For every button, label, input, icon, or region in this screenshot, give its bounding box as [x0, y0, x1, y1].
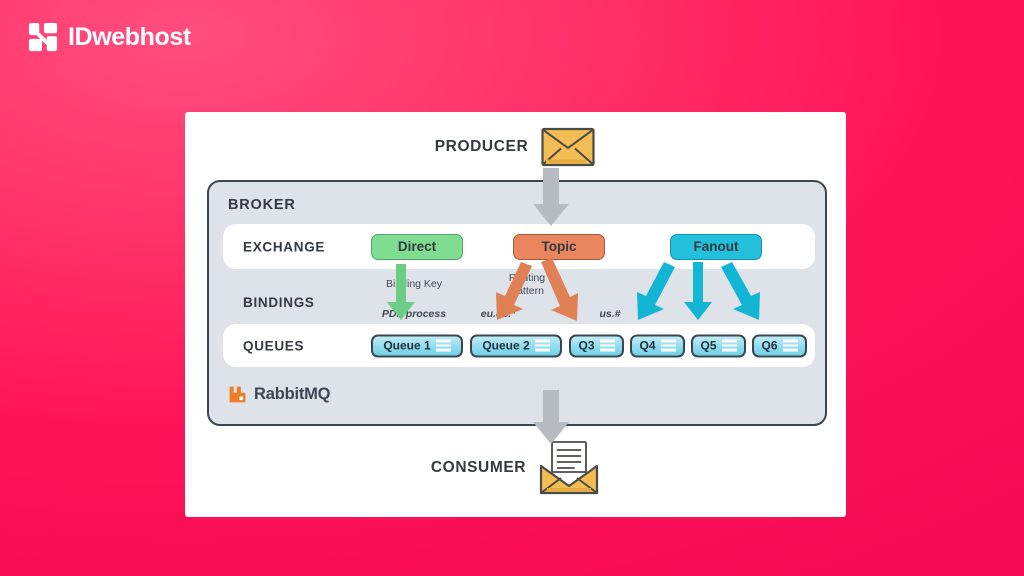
consumer-label: CONSUMER	[430, 459, 527, 476]
queue-lines-icon	[599, 339, 615, 352]
closed-envelope-icon	[541, 127, 595, 167]
queues-row: QUEUES Queue 1 Queue 2 Q3 Q4 Q5 Q6	[223, 324, 815, 367]
exchange-fanout-chip[interactable]: Fanout	[670, 233, 762, 260]
routing-pattern-left-value: eu.de.*	[480, 308, 516, 320]
queue-chip[interactable]: Q6	[752, 334, 807, 357]
exchange-fanout-label: Fanout	[693, 239, 739, 254]
rabbitmq-label: RabbitMQ	[254, 385, 331, 403]
binding-key-title: Binding Key	[385, 278, 443, 290]
producer-label: PRODUCER	[434, 138, 529, 155]
exchange-row: EXCHANGE Direct Topic Fanout	[223, 224, 815, 269]
broker-title: BROKER	[228, 197, 296, 213]
queue-lines-icon	[534, 339, 550, 352]
queue-label: Q5	[700, 338, 717, 353]
queue-lines-icon	[721, 339, 737, 352]
exchange-direct-label: Direct	[397, 239, 437, 254]
broker-panel: BROKER EXCHANGE Direct Topic Fanout BIND…	[207, 180, 827, 426]
exchange-direct-chip[interactable]: Direct	[371, 233, 463, 260]
consumer-node: CONSUMER	[185, 440, 846, 496]
queue-lines-icon	[435, 339, 451, 352]
exchange-label: EXCHANGE	[243, 239, 326, 254]
rabbitmq-logo-icon	[229, 386, 246, 403]
queue-chip[interactable]: Queue 2	[470, 334, 562, 357]
open-envelope-with-letter-icon	[540, 441, 599, 495]
queue-chip[interactable]: Q3	[569, 334, 624, 357]
queue-lines-icon	[782, 339, 798, 352]
queue-label: Q3	[578, 338, 595, 353]
idwebhost-block-mark-icon	[28, 22, 58, 52]
brand-name: IDwebhost	[68, 22, 191, 51]
diagram-card: PRODUCER BROKER EXCHANGE Direct Topic Fa…	[185, 112, 846, 517]
queue-lines-icon	[660, 339, 676, 352]
rabbitmq-branding: RabbitMQ	[228, 385, 331, 404]
routing-pattern-title: Routing Pattern	[508, 272, 546, 297]
brand-logo: IDwebhost	[28, 22, 191, 52]
queue-label: Queue 1	[383, 338, 431, 353]
exchange-topic-label: Topic	[541, 239, 577, 254]
queue-chip[interactable]: Queue 1	[371, 334, 463, 357]
binding-key-value: PDF process	[381, 308, 447, 320]
queue-chip[interactable]: Q4	[630, 334, 685, 357]
queue-label: Q6	[761, 338, 778, 353]
queue-label: Q4	[639, 338, 656, 353]
queues-label: QUEUES	[243, 338, 305, 353]
exchange-topic-chip[interactable]: Topic	[513, 233, 605, 260]
queue-chip[interactable]: Q5	[691, 334, 746, 357]
queue-label: Queue 2	[482, 338, 530, 353]
bindings-label: BINDINGS	[243, 295, 315, 310]
producer-node: PRODUCER	[185, 126, 846, 168]
routing-pattern-right-value: us.#	[599, 308, 621, 320]
